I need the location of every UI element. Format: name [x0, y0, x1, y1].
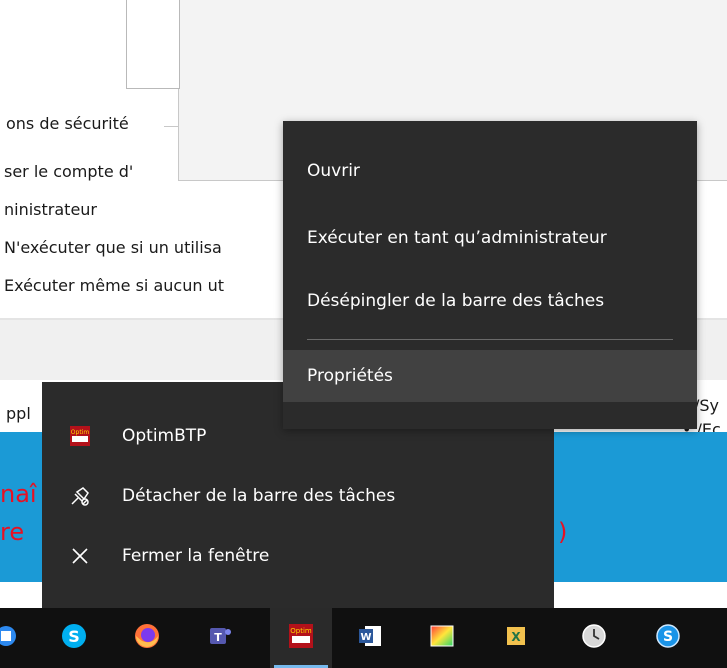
menu-item-run-as-admin[interactable]: Exécuter en tant qu’administrateur: [283, 218, 697, 258]
svg-text:X: X: [511, 630, 521, 644]
optimbtp-icon: Optim: [288, 623, 314, 653]
svg-text:S: S: [663, 629, 673, 645]
jump-list-label: OptimBTP: [122, 426, 207, 446]
red-text-line1: naî: [0, 480, 37, 508]
menu-item-label: Exécuter en tant qu’administrateur: [307, 228, 607, 248]
context-menu: Ouvrir Exécuter en tant qu’administrateu…: [283, 121, 697, 429]
svg-text:Optim: Optim: [290, 627, 312, 635]
teams-icon: T: [207, 623, 233, 653]
admin-label: ninistrateur: [4, 200, 97, 219]
account-label: ser le compte d': [4, 162, 134, 181]
close-icon: [68, 544, 92, 568]
group-divider: [164, 126, 178, 127]
svg-text:T: T: [214, 631, 222, 644]
taskbar-button-word[interactable]: W: [342, 608, 398, 668]
unpin-icon: [68, 484, 92, 508]
skype-business-icon: S: [655, 623, 681, 653]
menu-item-unpin[interactable]: Désépingler de la barre des tâches: [283, 281, 697, 321]
menu-item-open[interactable]: Ouvrir: [283, 151, 697, 191]
word-icon: W: [357, 623, 383, 653]
taskbar-button-excel-tool[interactable]: X: [488, 608, 544, 668]
menu-item-properties[interactable]: Propriétés: [283, 350, 697, 402]
taskbar-button-skype-business[interactable]: S: [640, 608, 696, 668]
taskbar: S T Optim W X S: [0, 608, 727, 668]
red-paren: ): [558, 518, 568, 546]
taskbar-button-teams[interactable]: T: [192, 608, 248, 668]
svg-text:S: S: [68, 627, 80, 646]
skype-icon: S: [61, 623, 87, 653]
red-text-line2: re: [0, 518, 25, 546]
svg-text:W: W: [360, 632, 371, 643]
taskview-icon: [0, 625, 17, 651]
unpin-from-taskbar-item[interactable]: Détacher de la barre des tâches: [42, 466, 554, 526]
optimbtp-app-icon: Optim: [68, 424, 92, 448]
close-window-item[interactable]: Fermer la fenêtre: [42, 526, 554, 586]
svg-text:Optim: Optim: [71, 429, 90, 436]
image-viewer-icon: [429, 623, 455, 653]
menu-item-label: Désépingler de la barre des tâches: [307, 291, 605, 311]
menu-item-label: Propriétés: [307, 366, 393, 386]
clock-app-icon: [581, 623, 607, 653]
menu-item-label: Ouvrir: [307, 161, 360, 181]
security-options-label: ons de sécurité: [6, 114, 129, 133]
firefox-icon: [134, 623, 160, 653]
run-even-if-option[interactable]: Exécuter même si aucun ut: [4, 276, 224, 295]
right-path-line1: /Sy: [694, 396, 720, 415]
taskbar-button-firefox[interactable]: [119, 608, 175, 668]
run-if-user-option[interactable]: N'exécuter que si un utilisa: [4, 238, 222, 257]
appl-label: ppl: [6, 404, 31, 423]
taskbar-button-optimbtp[interactable]: Optim: [270, 608, 332, 668]
taskbar-button-clock-app[interactable]: [566, 608, 622, 668]
jump-list-label: Fermer la fenêtre: [122, 546, 270, 566]
menu-separator: [307, 339, 673, 340]
jump-list-label: Détacher de la barre des tâches: [122, 486, 396, 506]
taskbar-button-taskview[interactable]: [0, 608, 34, 668]
excel-tool-icon: X: [503, 623, 529, 653]
taskbar-button-skype[interactable]: S: [46, 608, 102, 668]
taskbar-button-image-viewer[interactable]: [414, 608, 470, 668]
inner-frame: [126, 0, 180, 89]
